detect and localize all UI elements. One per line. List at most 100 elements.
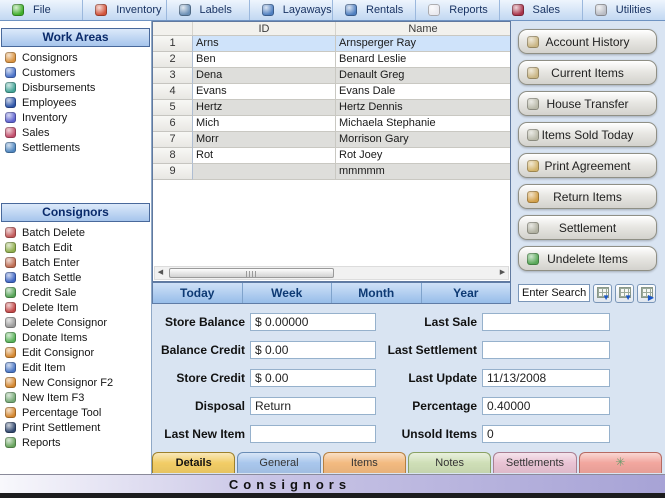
action-button[interactable]: Items Sold Today <box>518 122 657 147</box>
sidebar-item[interactable]: Sales <box>0 125 151 140</box>
last-sale-input[interactable] <box>482 312 610 331</box>
sidebar-item[interactable]: Inventory <box>0 110 151 125</box>
sidebar-item[interactable]: Customers <box>0 65 151 80</box>
row-number: 1 <box>153 36 193 52</box>
action-button[interactable]: Return Items <box>518 184 657 209</box>
sidebar-item-label: Batch Enter <box>22 256 80 269</box>
sidebar-item[interactable]: Credit Sale <box>0 285 151 300</box>
file-icon <box>12 4 24 16</box>
sidebar-item[interactable]: Delete Consignor <box>0 315 151 330</box>
window-bottom-edge <box>0 493 665 498</box>
cell-id: Dena <box>193 68 336 84</box>
sidebar-item-label: Edit Consignor <box>22 346 95 359</box>
action-button[interactable]: Undelete Items <box>518 246 657 271</box>
bottom-tab[interactable]: ✳ <box>578 452 662 473</box>
menu-item-label: File <box>33 4 51 16</box>
sidebar-item[interactable]: Donate Items <box>0 330 151 345</box>
sidebar-item-label: Print Settlement <box>22 421 101 434</box>
sidebar-item[interactable]: Edit Item <box>0 360 151 375</box>
menu-item[interactable]: Labels <box>167 0 250 20</box>
menu-item[interactable]: File <box>0 0 84 20</box>
bottom-tab-label: Items <box>350 457 378 469</box>
table-row[interactable]: 3 Dena Denault Greg <box>153 68 510 84</box>
table-row[interactable]: 6 Mich Michaela Stephanie <box>153 116 510 132</box>
sidebar-item[interactable]: Edit Consignor <box>0 345 151 360</box>
table-row[interactable]: 5 Hertz Hertz Dennis <box>153 100 510 116</box>
table-row[interactable]: 1 Arns Arnsperger Ray <box>153 36 510 52</box>
bottom-tab[interactable]: Notes <box>407 452 492 473</box>
sidebar-item[interactable]: Batch Delete <box>0 225 151 240</box>
table-row[interactable]: 4 Evans Evans Dale <box>153 84 510 100</box>
disposal-input[interactable] <box>250 396 376 415</box>
menu-item[interactable]: Inventory <box>83 0 167 20</box>
period-tab[interactable]: Week <box>243 283 332 303</box>
store-credit-input[interactable] <box>250 368 376 387</box>
sidebar-item[interactable]: New Item F3 <box>0 390 151 405</box>
table-row[interactable]: 7 Morr Morrison Gary <box>153 132 510 148</box>
sidebar-item[interactable]: New Consignor F2 <box>0 375 151 390</box>
search-previous-button[interactable]: ▼ <box>615 283 634 303</box>
consignors-list: Batch Delete Batch Edit Batch Enter Batc… <box>0 225 151 450</box>
batch-settle-icon <box>5 272 16 283</box>
action-button-label: Undelete Items <box>547 251 628 266</box>
menu-item[interactable]: Utilities <box>583 0 665 20</box>
search-input[interactable] <box>518 284 590 302</box>
bottom-tab[interactable]: Details <box>152 452 236 473</box>
menu-item-label: Inventory <box>116 4 162 16</box>
action-button-label: Return Items <box>553 189 622 204</box>
store-balance-input[interactable] <box>250 312 376 331</box>
sidebar-item[interactable]: Consignors <box>0 50 151 65</box>
cell-name: Denault Greg <box>336 68 510 84</box>
table-row[interactable]: 8 Rot Rot Joey <box>153 148 510 164</box>
menu-item[interactable]: Rentals <box>333 0 417 20</box>
sidebar-item[interactable]: Percentage Tool <box>0 405 151 420</box>
sidebar-item[interactable]: Settlements <box>0 140 151 155</box>
unsold-items-input[interactable] <box>482 424 610 443</box>
last-update-input[interactable] <box>482 368 610 387</box>
table-row[interactable]: 9 mmmmm <box>153 164 510 180</box>
action-button-label: Settlement <box>558 220 617 235</box>
bottom-tab[interactable]: Settlements <box>493 452 577 473</box>
period-tab[interactable]: Year <box>422 283 511 303</box>
action-button[interactable]: Print Agreement <box>518 153 657 178</box>
action-button[interactable]: Account History <box>518 29 657 54</box>
period-tab[interactable]: Today <box>153 283 243 303</box>
asterisk-icon: ✳ <box>615 455 626 469</box>
sidebar-item[interactable]: Batch Edit <box>0 240 151 255</box>
scrollbar-thumb[interactable] <box>169 268 334 278</box>
sidebar-item-label: Inventory <box>22 111 68 124</box>
menu-item[interactable]: Reports <box>416 0 500 20</box>
table-row[interactable]: 2 Ben Benard Leslie <box>153 52 510 68</box>
scroll-left-icon[interactable]: ◀ <box>155 267 166 279</box>
sidebar-item-label: Credit Sale <box>22 286 77 299</box>
scroll-right-icon[interactable]: ▶ <box>497 267 508 279</box>
search-begin-button[interactable]: ▼ <box>593 283 612 303</box>
action-button[interactable]: Current Items <box>518 60 657 85</box>
bottom-tab[interactable]: General <box>237 452 321 473</box>
search-next-button[interactable]: ▶ <box>637 283 656 303</box>
percentage-input[interactable] <box>482 396 610 415</box>
sidebar-item[interactable]: Batch Settle <box>0 270 151 285</box>
edit-item-icon <box>5 362 16 373</box>
delete-item-icon <box>5 302 16 313</box>
sidebar-item[interactable]: Batch Enter <box>0 255 151 270</box>
menu-item[interactable]: Sales <box>500 0 583 20</box>
period-tab[interactable]: Month <box>332 283 422 303</box>
balance-credit-input[interactable] <box>250 340 376 359</box>
sidebar: Work Areas Consignors Customers Disburse… <box>0 21 152 474</box>
delete-consignor-icon <box>5 317 16 328</box>
sidebar-item[interactable]: Print Settlement <box>0 420 151 435</box>
last-new-item-input[interactable] <box>250 424 376 443</box>
sidebar-item[interactable]: Delete Item <box>0 300 151 315</box>
sidebar-item[interactable]: Reports <box>0 435 151 450</box>
app-window: File Inventory Labels Layaways Rentals R… <box>0 0 665 498</box>
cell-id: Rot <box>193 148 336 164</box>
bottom-tab[interactable]: Items <box>322 452 406 473</box>
sidebar-item[interactable]: Disbursements <box>0 80 151 95</box>
action-button[interactable]: House Transfer <box>518 91 657 116</box>
sidebar-item[interactable]: Employees <box>0 95 151 110</box>
menu-item[interactable]: Layaways <box>250 0 333 20</box>
last-settlement-input[interactable] <box>482 340 610 359</box>
horizontal-scrollbar[interactable]: ◀ ▶ <box>154 266 509 280</box>
action-button[interactable]: Settlement <box>518 215 657 240</box>
